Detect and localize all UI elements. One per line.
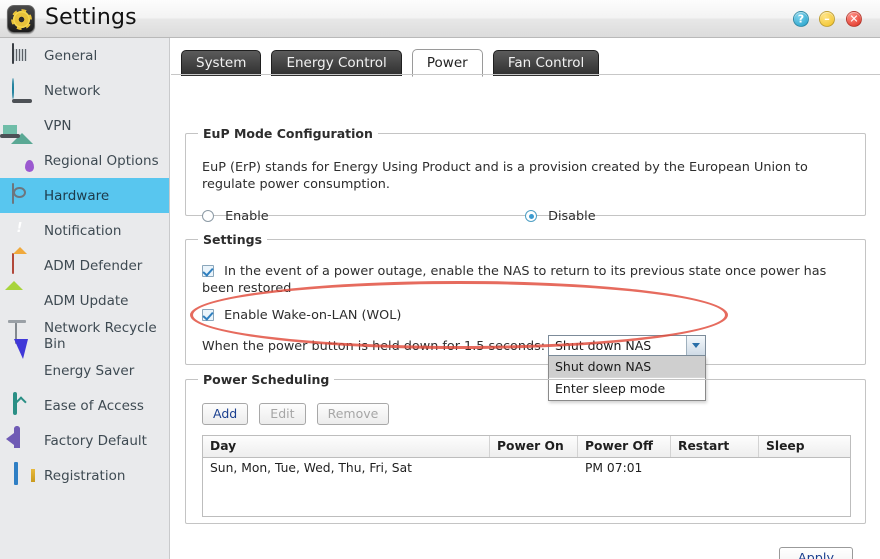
vpn-house-icon bbox=[10, 113, 34, 144]
settings-gear-icon bbox=[7, 5, 35, 33]
notification-alert-icon bbox=[10, 219, 34, 243]
cell-day: Sun, Mon, Tue, Wed, Thu, Fri, Sat bbox=[210, 461, 412, 475]
regional-globe-pin-icon bbox=[10, 149, 34, 173]
cell-restart bbox=[671, 458, 759, 480]
sidebar-item-adm-update[interactable]: ADM Update bbox=[0, 283, 169, 318]
close-button[interactable]: ✕ bbox=[846, 11, 862, 27]
radio-unchecked-icon[interactable] bbox=[202, 210, 214, 222]
eup-description: EuP (ErP) stands for Energy Using Produc… bbox=[202, 160, 808, 192]
tab-fan-control[interactable]: Fan Control bbox=[492, 50, 600, 76]
sidebar-item-ease-of-access[interactable]: Ease of Access bbox=[0, 388, 169, 423]
hardware-disk-icon bbox=[10, 182, 34, 208]
column-header-power-on[interactable]: Power On bbox=[490, 436, 578, 457]
wake-on-lan-label: Enable Wake-on-LAN (WOL) bbox=[224, 308, 402, 323]
sidebar-item-general[interactable]: General bbox=[0, 38, 169, 73]
column-header-sleep[interactable]: Sleep bbox=[759, 436, 850, 457]
eup-group-legend: EuP Mode Configuration bbox=[203, 126, 373, 141]
sidebar-item-factory-default[interactable]: Factory Default bbox=[0, 423, 169, 458]
tab-power[interactable]: Power bbox=[411, 49, 483, 77]
checkbox-checked-icon[interactable] bbox=[202, 265, 214, 277]
column-header-power-off[interactable]: Power Off bbox=[578, 436, 671, 457]
dropdown-selected-value: Shut down NAS bbox=[555, 338, 652, 353]
column-header-day[interactable]: Day bbox=[203, 436, 490, 457]
firewall-shield-icon bbox=[10, 252, 34, 278]
tab-system[interactable]: System bbox=[181, 50, 262, 76]
power-button-action-dropdown[interactable]: Shut down NAS Shut down NAS Enter sleep … bbox=[548, 335, 706, 401]
sidebar-item-registration[interactable]: Registration bbox=[0, 458, 169, 493]
dropdown-selected-value-box[interactable]: Shut down NAS bbox=[548, 335, 706, 356]
power-outage-checkbox-row[interactable]: In the event of a power outage, enable t… bbox=[202, 263, 852, 297]
clipboard-pencil-icon bbox=[10, 461, 34, 488]
eup-disable-label: Disable bbox=[548, 209, 596, 224]
network-globe-icon bbox=[10, 77, 34, 103]
edit-button: Edit bbox=[259, 403, 306, 425]
undo-arrow-icon bbox=[10, 425, 34, 453]
schedule-table: Day Power On Power Off Restart Sleep Sun… bbox=[202, 435, 851, 517]
sidebar-item-label: Energy Saver bbox=[44, 362, 135, 379]
scheduling-button-row: Add Edit Remove bbox=[202, 403, 395, 425]
eup-mode-group: EuP Mode Configuration EuP (ErP) stands … bbox=[185, 126, 866, 224]
sidebar-item-label: Factory Default bbox=[44, 432, 147, 449]
cell-power-on bbox=[490, 458, 578, 480]
power-outage-label: In the event of a power outage, enable t… bbox=[202, 264, 827, 296]
sidebar-item-regional-options[interactable]: Regional Options bbox=[0, 143, 169, 178]
eup-disable-radio-option[interactable]: Disable bbox=[525, 205, 596, 224]
sidebar-item-label: General bbox=[44, 47, 98, 64]
minimize-button[interactable]: – bbox=[819, 11, 835, 27]
sidebar-item-adm-defender[interactable]: ADM Defender bbox=[0, 248, 169, 283]
sidebar-item-label: Ease of Access bbox=[44, 397, 144, 414]
cell-power-off: PM 07:01 bbox=[585, 461, 643, 475]
minimize-icon: – bbox=[824, 12, 830, 26]
sidebar-item-network[interactable]: Network bbox=[0, 73, 169, 108]
sidebar-item-label: Hardware bbox=[44, 187, 110, 204]
sidebar-item-label: Notification bbox=[44, 222, 122, 239]
tab-bar: System Energy Control Power Fan Control bbox=[181, 48, 604, 77]
power-button-hold-label: When the power button is held down for 1… bbox=[202, 339, 546, 354]
help-button[interactable]: ? bbox=[793, 11, 809, 27]
add-button[interactable]: Add bbox=[202, 403, 249, 425]
settings-window: Settings ? – ✕ General Network VPN Regio… bbox=[0, 0, 880, 559]
radio-checked-icon[interactable] bbox=[525, 210, 537, 222]
table-header-row: Day Power On Power Off Restart Sleep bbox=[203, 436, 850, 458]
update-arrow-up-icon bbox=[10, 289, 34, 313]
sidebar-item-label: Network bbox=[44, 82, 101, 99]
tab-energy-control[interactable]: Energy Control bbox=[271, 50, 402, 76]
window-title: Settings bbox=[45, 5, 137, 30]
tab-content-power: EuP Mode Configuration EuP (ErP) stands … bbox=[171, 75, 880, 559]
cloud-upload-icon bbox=[10, 391, 34, 418]
chevron-down-icon[interactable] bbox=[686, 336, 705, 355]
sidebar-item-label: VPN bbox=[44, 117, 72, 134]
main-panel: System Energy Control Power Fan Control … bbox=[171, 38, 880, 559]
gear-glyph bbox=[13, 11, 30, 28]
sidebar-item-notification[interactable]: Notification bbox=[0, 213, 169, 248]
general-icon bbox=[10, 42, 34, 68]
sidebar-item-label: Regional Options bbox=[44, 152, 159, 169]
eup-enable-radio-option[interactable]: Enable bbox=[202, 205, 269, 224]
power-scheduling-group: Power Scheduling Add Edit Remove Day Pow… bbox=[185, 372, 866, 524]
eup-enable-label: Enable bbox=[225, 209, 269, 224]
cell-sleep bbox=[759, 458, 850, 480]
apply-button[interactable]: Apply bbox=[779, 547, 853, 559]
window-titlebar: Settings ? – ✕ bbox=[0, 0, 880, 38]
settings-group: Settings In the event of a power outage,… bbox=[185, 232, 866, 401]
wake-on-lan-checkbox-row[interactable]: Enable Wake-on-LAN (WOL) bbox=[202, 307, 852, 324]
sidebar-item-label: ADM Update bbox=[44, 292, 129, 309]
remove-button: Remove bbox=[316, 403, 390, 425]
help-icon: ? bbox=[797, 12, 805, 26]
sidebar-item-label: ADM Defender bbox=[44, 257, 143, 274]
sidebar-item-label: Registration bbox=[44, 467, 126, 484]
table-row[interactable]: Sun, Mon, Tue, Wed, Thu, Fri, Sat PM 07:… bbox=[203, 458, 850, 480]
sidebar-item-vpn[interactable]: VPN bbox=[0, 108, 169, 144]
checkbox-checked-icon[interactable] bbox=[202, 309, 214, 321]
sidebar-item-energy-saver[interactable]: Energy Saver bbox=[0, 338, 169, 388]
sidebar-item-label: Network Recycle Bin bbox=[44, 319, 157, 352]
close-icon: ✕ bbox=[849, 12, 859, 26]
lightning-bolt-icon bbox=[10, 338, 34, 383]
sidebar: General Network VPN Regional Options Har… bbox=[0, 38, 170, 559]
scheduling-group-legend: Power Scheduling bbox=[203, 372, 330, 387]
sidebar-item-hardware[interactable]: Hardware bbox=[0, 178, 169, 213]
settings-group-legend: Settings bbox=[203, 232, 263, 247]
column-header-restart[interactable]: Restart bbox=[671, 436, 759, 457]
